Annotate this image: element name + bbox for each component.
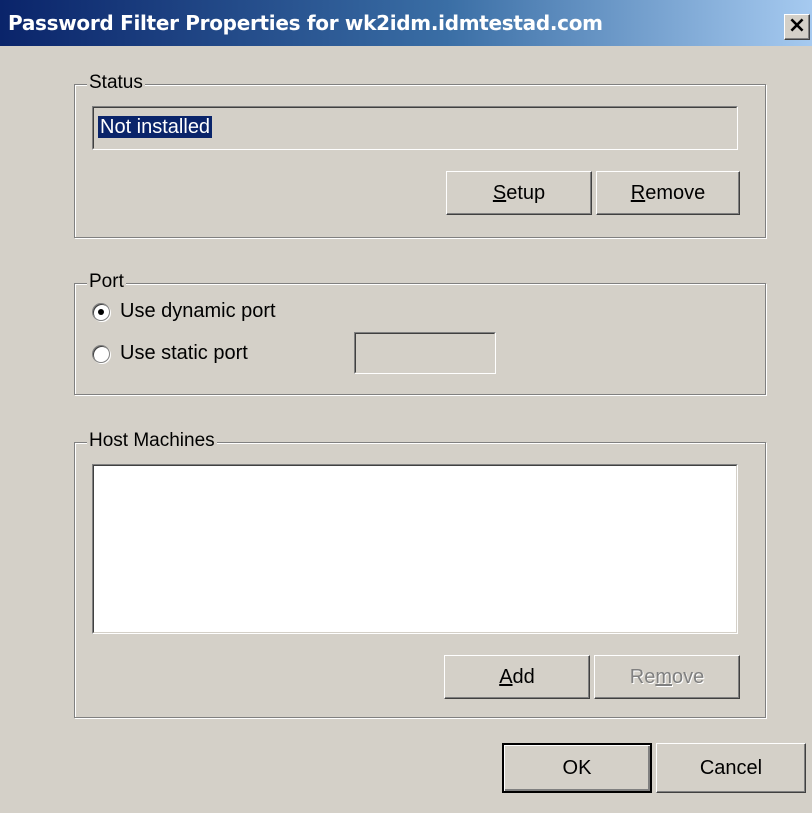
static-port-radio[interactable] xyxy=(92,344,110,363)
dynamic-port-label: Use dynamic port xyxy=(120,300,276,322)
close-button[interactable]: × xyxy=(784,14,810,40)
dynamic-port-radio[interactable] xyxy=(92,302,110,321)
setup-button[interactable]: Setup xyxy=(446,171,592,215)
remove-host-button[interactable]: Remove xyxy=(594,655,740,699)
title-bar: Password Filter Properties for wk2idm.id… xyxy=(0,0,812,46)
ok-button[interactable]: OK xyxy=(502,743,652,793)
window-title: Password Filter Properties for wk2idm.id… xyxy=(8,11,603,35)
port-legend: Port xyxy=(87,271,126,293)
host-machines-list[interactable] xyxy=(92,464,738,634)
remove-filter-button[interactable]: Remove xyxy=(596,171,740,215)
radio-selected-dot xyxy=(98,308,104,315)
status-field: Not installed xyxy=(92,106,738,150)
dynamic-port-radio-row[interactable]: Use dynamic port xyxy=(92,300,276,323)
close-icon: × xyxy=(787,13,807,38)
status-legend: Status xyxy=(87,72,145,94)
host-machines-legend: Host Machines xyxy=(87,430,217,452)
static-port-label: Use static port xyxy=(120,342,248,364)
static-port-radio-row[interactable]: Use static port xyxy=(92,342,248,365)
static-port-field[interactable] xyxy=(354,332,496,374)
add-host-button[interactable]: Add xyxy=(444,655,590,699)
cancel-button[interactable]: Cancel xyxy=(656,743,806,793)
status-value: Not installed xyxy=(98,116,213,138)
